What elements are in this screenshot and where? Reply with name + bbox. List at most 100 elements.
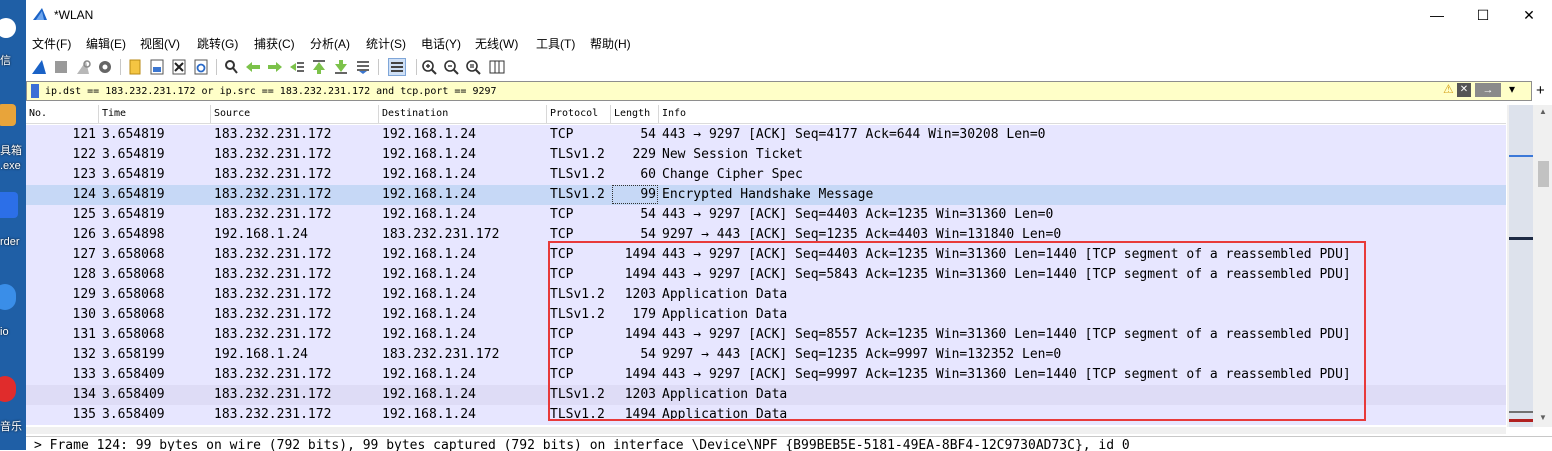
cloud-app-icon[interactable]: [0, 284, 16, 310]
column-header-info[interactable]: Info: [662, 108, 686, 119]
shark-fin-start-icon[interactable]: [30, 58, 48, 76]
close-file-icon[interactable]: [170, 58, 188, 76]
packet-row[interactable]: 131 3.658068 183.232.231.172 192.168.1.2…: [26, 325, 1506, 345]
close-button[interactable]: ✕: [1506, 0, 1552, 30]
zoom-in-icon[interactable]: [420, 58, 438, 76]
find-packet-icon[interactable]: [222, 58, 240, 76]
menu-file[interactable]: 文件(F): [32, 35, 71, 52]
menu-capture[interactable]: 捕获(C): [254, 35, 295, 52]
packet-destination: 192.168.1.24: [382, 187, 476, 202]
packet-info: 443 → 9297 [ACK] Seq=9997 Ack=1235 Win=3…: [662, 367, 1351, 382]
packet-row[interactable]: 121 3.654819 183.232.231.172 192.168.1.2…: [26, 125, 1506, 145]
go-last-icon[interactable]: [332, 58, 350, 76]
desktop-strip: 信 具箱 .exe rder io 音乐: [0, 0, 26, 450]
menu-tools[interactable]: 工具(T): [536, 35, 575, 52]
packet-length: 99: [640, 187, 656, 202]
display-filter-input[interactable]: [45, 83, 1425, 99]
blue-app-icon[interactable]: [0, 192, 18, 218]
toolbar-separator: [216, 59, 217, 75]
packet-destination: 192.168.1.24: [382, 127, 476, 142]
packet-minimap[interactable]: [1507, 105, 1535, 427]
column-header-no[interactable]: No.: [29, 108, 47, 119]
bookmark-icon[interactable]: [31, 84, 39, 98]
packet-list: No. Time Source Destination Protocol Len…: [26, 105, 1506, 427]
zoom-out-icon[interactable]: [442, 58, 460, 76]
packet-time: 3.654819: [102, 147, 165, 162]
resize-columns-icon[interactable]: [488, 58, 506, 76]
stop-capture-icon[interactable]: [52, 58, 70, 76]
go-to-packet-icon[interactable]: [288, 58, 306, 76]
desktop-label: io: [0, 326, 9, 338]
packet-row-selected[interactable]: 124 3.654819 183.232.231.172 192.168.1.2…: [26, 185, 1506, 205]
scroll-thumb[interactable]: [1538, 161, 1549, 187]
minimap-marker: [1509, 237, 1533, 240]
column-divider: [210, 105, 211, 123]
packet-destination: 192.168.1.24: [382, 287, 476, 302]
music-app-icon[interactable]: [0, 376, 16, 402]
packet-row[interactable]: 122 3.654819 183.232.231.172 192.168.1.2…: [26, 145, 1506, 165]
warning-icon: ⚠: [1443, 82, 1454, 96]
packet-time: 3.654819: [102, 167, 165, 182]
packet-row[interactable]: 129 3.658068 183.232.231.172 192.168.1.2…: [26, 285, 1506, 305]
go-back-icon[interactable]: [244, 58, 262, 76]
menu-telephony[interactable]: 电话(Y): [421, 35, 461, 52]
minimize-button[interactable]: —: [1414, 0, 1460, 30]
scroll-up-arrow[interactable]: ▲: [1539, 107, 1547, 116]
packet-row[interactable]: 127 3.658068 183.232.231.172 192.168.1.2…: [26, 245, 1506, 265]
packet-source: 183.232.231.172: [214, 147, 332, 162]
filter-history-dropdown[interactable]: ▾: [1505, 82, 1519, 96]
menu-analyze[interactable]: 分析(A): [310, 35, 350, 52]
menu-edit[interactable]: 编辑(E): [86, 35, 126, 52]
packet-row[interactable]: 126 3.654898 192.168.1.24 183.232.231.17…: [26, 225, 1506, 245]
go-forward-icon[interactable]: [266, 58, 284, 76]
menu-go[interactable]: 跳转(G): [197, 35, 238, 52]
scroll-down-arrow[interactable]: ▼: [1539, 413, 1547, 422]
packet-source: 183.232.231.172: [214, 127, 332, 142]
packet-length: 1203: [624, 387, 656, 402]
add-filter-button[interactable]: +: [1536, 83, 1545, 98]
packet-list-scrollbar[interactable]: ▲ ▼: [1535, 105, 1552, 427]
packet-row[interactable]: 133 3.658409 183.232.231.172 192.168.1.2…: [26, 365, 1506, 385]
packet-info: 443 → 9297 [ACK] Seq=4403 Ack=1235 Win=3…: [662, 247, 1351, 262]
restart-capture-icon[interactable]: [74, 58, 92, 76]
menu-statistics[interactable]: 统计(S): [366, 35, 406, 52]
menu-wireless[interactable]: 无线(W): [475, 35, 518, 52]
packet-no: 128: [72, 267, 96, 282]
packet-time: 3.654819: [102, 127, 165, 142]
maximize-button[interactable]: ☐: [1460, 0, 1506, 30]
column-header-time[interactable]: Time: [102, 108, 126, 119]
packet-row[interactable]: 135 3.658409 183.232.231.172 192.168.1.2…: [26, 405, 1506, 425]
wireshark-window: *WLAN — ☐ ✕ 文件(F) 编辑(E) 视图(V) 跳转(G) 捕获(C…: [26, 0, 1552, 451]
capture-options-icon[interactable]: [96, 58, 114, 76]
colorize-icon[interactable]: [388, 58, 406, 76]
packet-destination: 192.168.1.24: [382, 247, 476, 262]
open-file-icon[interactable]: [126, 58, 144, 76]
packet-source: 183.232.231.172: [214, 387, 332, 402]
toolbox-app-icon[interactable]: [0, 104, 16, 126]
frame-summary-line[interactable]: > Frame 124: 99 bytes on wire (792 bits)…: [34, 438, 1130, 451]
packet-row[interactable]: 128 3.658068 183.232.231.172 192.168.1.2…: [26, 265, 1506, 285]
go-first-icon[interactable]: [310, 58, 328, 76]
packet-row[interactable]: 130 3.658068 183.232.231.172 192.168.1.2…: [26, 305, 1506, 325]
menu-view[interactable]: 视图(V): [140, 35, 180, 52]
toolbar-separator: [120, 59, 121, 75]
reload-file-icon[interactable]: [192, 58, 210, 76]
packet-length: 1494: [624, 407, 656, 422]
zoom-normal-icon[interactable]: [464, 58, 482, 76]
column-header-source[interactable]: Source: [214, 108, 250, 119]
clear-filter-button[interactable]: ✕: [1457, 83, 1471, 97]
column-header-protocol[interactable]: Protocol: [550, 108, 598, 119]
apply-filter-button[interactable]: →: [1475, 83, 1501, 97]
packet-row[interactable]: 134 3.658409 183.232.231.172 192.168.1.2…: [26, 385, 1506, 405]
auto-scroll-icon[interactable]: [354, 58, 372, 76]
packet-time: 3.654819: [102, 187, 165, 202]
horizontal-scrollbar[interactable]: [26, 427, 1506, 434]
save-file-icon[interactable]: [148, 58, 166, 76]
column-header-length[interactable]: Length: [614, 108, 650, 119]
chat-app-icon[interactable]: [0, 18, 16, 38]
packet-row[interactable]: 123 3.654819 183.232.231.172 192.168.1.2…: [26, 165, 1506, 185]
column-header-destination[interactable]: Destination: [382, 108, 448, 119]
menu-help[interactable]: 帮助(H): [590, 35, 631, 52]
packet-row[interactable]: 132 3.658199 192.168.1.24 183.232.231.17…: [26, 345, 1506, 365]
packet-row[interactable]: 125 3.654819 183.232.231.172 192.168.1.2…: [26, 205, 1506, 225]
